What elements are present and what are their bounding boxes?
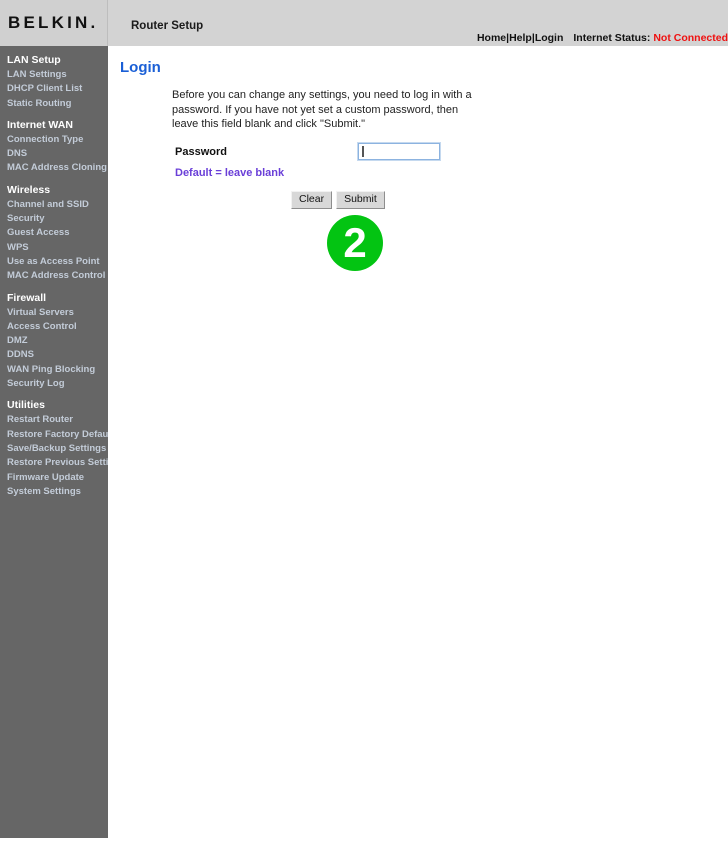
sidebar-item-security-log[interactable]: Security Log — [0, 377, 108, 391]
sidebar-item-channel-and-ssid[interactable]: Channel and SSID — [0, 198, 108, 212]
sidebar-item-wps[interactable]: WPS — [0, 241, 108, 255]
main-content: Login Before you can change any settings… — [108, 46, 728, 841]
sidebar-item-access-control[interactable]: Access Control — [0, 320, 108, 334]
sidebar-item-dhcp-client-list[interactable]: DHCP Client List — [0, 82, 108, 96]
sidebar-item-security[interactable]: Security — [0, 212, 108, 226]
internet-status-label: Internet Status: — [573, 32, 651, 44]
sidebar-group: Internet WAN Connection Type DNS MAC Addres… — [0, 117, 108, 176]
header-link-help[interactable]: Help — [509, 32, 532, 44]
sidebar-item-restore-previous-settings[interactable]: Restore Previous Settings — [0, 456, 125, 470]
step-badge-2: 2 — [327, 215, 383, 271]
password-input[interactable] — [357, 142, 441, 161]
sidebar-header-utilities[interactable]: Utilities — [0, 397, 108, 413]
sidebar-group: Firewall Virtual Servers Access Control DMZ… — [0, 290, 108, 392]
text-cursor-icon — [362, 146, 364, 157]
sidebar-item-dns[interactable]: DNS — [0, 147, 108, 161]
sidebar-group: LAN Setup LAN Settings DHCP Client List Sta… — [0, 52, 108, 111]
internet-status-value: Not Connected — [653, 32, 728, 44]
sidebar-header-internet-wan[interactable]: Internet WAN — [0, 117, 108, 133]
sidebar-item-lan-settings[interactable]: LAN Settings — [0, 68, 108, 82]
sidebar-header-firewall[interactable]: Firewall — [0, 290, 108, 306]
sidebar-group: Wireless Channel and SSID Security Guest Ac… — [0, 182, 108, 284]
sidebar-item-virtual-servers[interactable]: Virtual Servers — [0, 306, 108, 320]
sidebar-item-system-settings[interactable]: System Settings — [0, 485, 108, 499]
sidebar-item-connection-type[interactable]: Connection Type — [0, 133, 108, 147]
sidebar-item-guest-access[interactable]: Guest Access — [0, 226, 108, 240]
sidebar-item-mac-address-cloning[interactable]: MAC Address Cloning — [0, 161, 108, 175]
page-title: Login — [120, 59, 161, 76]
sidebar-item-restore-factory-default[interactable]: Restore Factory Default — [0, 428, 114, 442]
sidebar-group: Utilities Restart Router Restore Factory D… — [0, 397, 125, 499]
intro-text: Before you can change any settings, you … — [172, 89, 472, 130]
password-label: Password — [175, 146, 227, 158]
app-title: Router Setup — [131, 20, 204, 32]
header-nav: Home|Help|Login Internet Status: Not Conn… — [477, 32, 728, 44]
sidebar-item-mac-address-control[interactable]: MAC Address Control — [0, 269, 108, 283]
sidebar-item-wan-ping-blocking[interactable]: WAN Ping Blocking — [0, 363, 108, 377]
clear-button[interactable]: Clear — [291, 191, 333, 209]
sidebar-item-static-routing[interactable]: Static Routing — [0, 97, 108, 111]
sidebar-item-dmz[interactable]: DMZ — [0, 334, 108, 348]
header-link-home[interactable]: Home — [477, 32, 506, 44]
submit-button[interactable]: Submit — [336, 191, 385, 209]
sidebar-item-firmware-update[interactable]: Firmware Update — [0, 471, 108, 485]
header-link-login[interactable]: Login — [535, 32, 564, 44]
sidebar-item-use-as-access-point[interactable]: Use as Access Point — [0, 255, 108, 269]
sidebar-item-restart-router[interactable]: Restart Router — [0, 413, 108, 427]
form-actions: Clear Submit — [291, 191, 385, 209]
sidebar-navigation: LAN Setup LAN Settings DHCP Client List Sta… — [0, 46, 125, 838]
belkin-logo: BELKIN. — [8, 13, 99, 32]
sidebar-header-lan-setup[interactable]: LAN Setup — [0, 52, 108, 68]
sidebar-header-wireless[interactable]: Wireless — [0, 182, 108, 198]
sidebar-item-save-backup-settings[interactable]: Save/Backup Settings — [0, 442, 108, 456]
default-password-note: Default = leave blank — [175, 167, 285, 179]
brand-logo-block: BELKIN. — [0, 0, 108, 46]
sidebar-item-ddns[interactable]: DDNS — [0, 348, 108, 362]
top-header: BELKIN. Router Setup Home|Help|Login Inte… — [0, 0, 728, 46]
